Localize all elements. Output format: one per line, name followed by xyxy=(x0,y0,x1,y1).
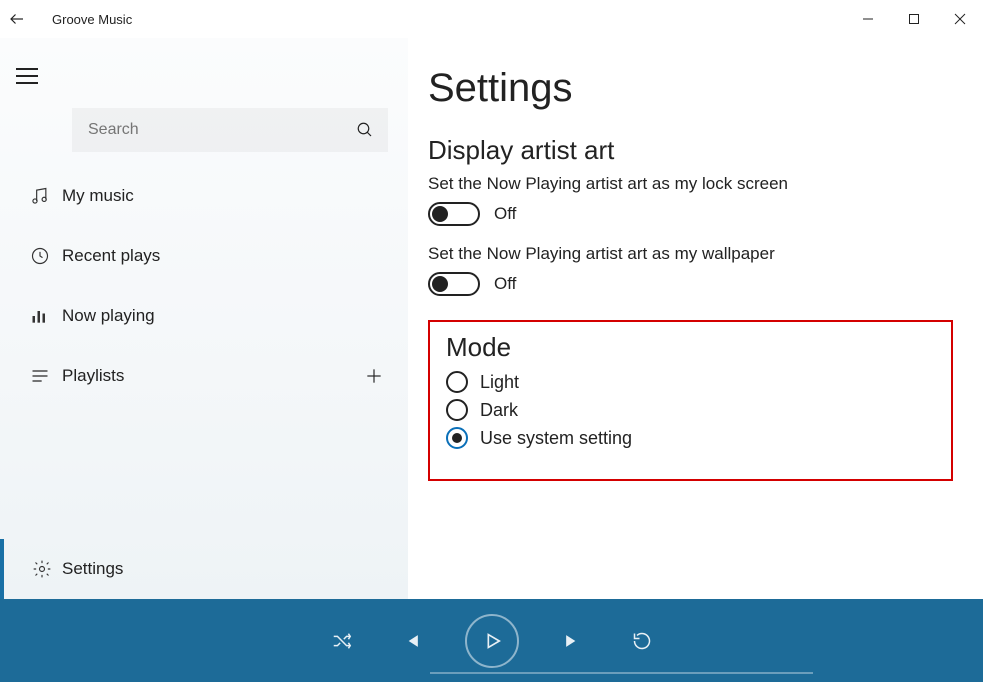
maximize-button[interactable] xyxy=(891,3,937,35)
titlebar: Groove Music xyxy=(0,0,983,38)
sidebar-item-recent-plays[interactable]: Recent plays xyxy=(0,226,408,286)
add-playlist-button[interactable] xyxy=(364,366,384,386)
search-box[interactable] xyxy=(72,108,388,152)
repeat-button[interactable] xyxy=(625,624,659,658)
settings-content: Settings Display artist art Set the Now … xyxy=(408,38,983,599)
wallpaper-toggle-state: Off xyxy=(494,274,516,294)
sidebar-item-label: Settings xyxy=(62,559,123,579)
play-button[interactable] xyxy=(465,614,519,668)
app-title: Groove Music xyxy=(52,12,132,27)
gear-icon xyxy=(22,559,62,579)
page-title: Settings xyxy=(428,66,953,111)
wallpaper-desc: Set the Now Playing artist art as my wal… xyxy=(428,244,953,264)
now-playing-icon xyxy=(18,306,62,326)
sidebar-item-settings[interactable]: Settings xyxy=(0,539,408,599)
window-buttons xyxy=(845,3,983,35)
sidebar-item-label: My music xyxy=(62,186,134,206)
progress-bar[interactable] xyxy=(430,672,813,674)
lockscreen-toggle-state: Off xyxy=(494,204,516,224)
mode-option-system[interactable]: Use system setting xyxy=(446,427,935,449)
playlist-icon xyxy=(18,366,62,386)
mode-section-highlight: Mode Light Dark Use system setting xyxy=(428,320,953,481)
hamburger-button[interactable] xyxy=(16,60,56,92)
sidebar-item-now-playing[interactable]: Now playing xyxy=(0,286,408,346)
search-icon[interactable] xyxy=(356,121,374,139)
sidebar-item-label: Now playing xyxy=(62,306,155,326)
lockscreen-desc: Set the Now Playing artist art as my loc… xyxy=(428,174,953,194)
next-button[interactable] xyxy=(555,624,589,658)
radio-icon xyxy=(446,371,468,393)
clock-icon xyxy=(18,246,62,266)
minimize-button[interactable] xyxy=(845,3,891,35)
previous-button[interactable] xyxy=(395,624,429,658)
mode-heading: Mode xyxy=(446,332,935,363)
wallpaper-toggle[interactable] xyxy=(428,272,480,296)
sidebar-item-playlists[interactable]: Playlists xyxy=(0,346,408,406)
artist-art-heading: Display artist art xyxy=(428,135,953,166)
sidebar-item-my-music[interactable]: My music xyxy=(0,166,408,226)
sidebar-item-label: Playlists xyxy=(62,366,124,386)
close-button[interactable] xyxy=(937,3,983,35)
radio-label: Dark xyxy=(480,400,518,421)
sidebar-item-label: Recent plays xyxy=(62,246,160,266)
radio-icon xyxy=(446,399,468,421)
search-input[interactable] xyxy=(86,120,356,140)
music-note-icon xyxy=(18,186,62,206)
mode-option-light[interactable]: Light xyxy=(446,371,935,393)
sidebar: My music Recent plays Now playing Playli… xyxy=(0,38,408,599)
playbar xyxy=(0,599,983,682)
lockscreen-toggle[interactable] xyxy=(428,202,480,226)
back-button[interactable] xyxy=(8,10,48,28)
radio-label: Light xyxy=(480,372,519,393)
radio-icon xyxy=(446,427,468,449)
mode-option-dark[interactable]: Dark xyxy=(446,399,935,421)
shuffle-button[interactable] xyxy=(325,624,359,658)
radio-label: Use system setting xyxy=(480,428,632,449)
